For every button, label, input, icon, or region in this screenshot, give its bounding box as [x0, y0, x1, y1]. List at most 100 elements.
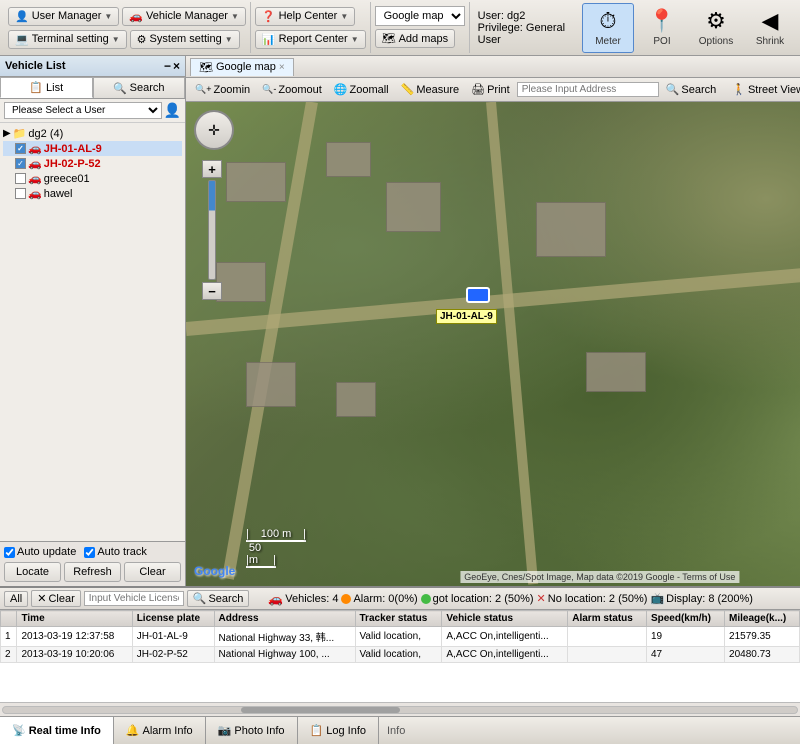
- tab-list[interactable]: 📋 List: [0, 77, 93, 98]
- data-clear-label: Clear: [48, 593, 74, 605]
- vehicle-manager-btn[interactable]: 🚗 Vehicle Manager ▼: [122, 7, 246, 26]
- options-btn[interactable]: ⚙ Options: [690, 3, 742, 53]
- realtime-info-tab[interactable]: 📡 Real time Info: [0, 717, 114, 744]
- zoomin-btn[interactable]: 🔍+ Zoomin: [190, 83, 255, 97]
- panel-icons: − ×: [164, 59, 180, 73]
- table-cell: 2013-03-19 10:20:06: [17, 647, 132, 663]
- table-row[interactable]: 12013-03-19 12:37:58JH-01-AL-9National H…: [1, 627, 800, 647]
- checkbox-3[interactable]: [15, 188, 26, 199]
- map-canvas[interactable]: ✛ + − JH-01-AL-9 Hazariba... Shur... |10…: [186, 102, 800, 586]
- address-input[interactable]: [517, 82, 659, 97]
- alarm-info-tab[interactable]: 🔔 Alarm Info: [114, 717, 206, 744]
- scroll-track[interactable]: [2, 706, 798, 714]
- photo-info-tab[interactable]: 📷 Photo Info: [206, 717, 298, 744]
- print-btn[interactable]: 🖨 Print: [466, 82, 515, 97]
- col-address: Address: [214, 611, 355, 627]
- auto-update-checkbox[interactable]: [4, 547, 15, 558]
- display-icon: 📺: [650, 592, 664, 605]
- checkbox-1[interactable]: ✓: [15, 158, 26, 169]
- user-manager-btn[interactable]: 👤 User Manager ▼: [8, 7, 119, 26]
- table-cell: [568, 647, 647, 663]
- report-center-btn[interactable]: 📊 Report Center ▼: [255, 30, 366, 49]
- auto-track-check[interactable]: Auto track: [84, 546, 147, 558]
- col-license: License plate: [132, 611, 214, 627]
- data-search-icon: 🔍: [193, 592, 207, 605]
- checkbox-2[interactable]: [15, 173, 26, 184]
- google-logo: Google: [194, 564, 235, 578]
- options-label: Options: [699, 36, 733, 47]
- system-setting-btn[interactable]: ⚙ System setting ▼: [130, 30, 240, 49]
- zoomall-btn[interactable]: 🌐 Zoomall: [329, 82, 394, 97]
- zoom-bar[interactable]: [208, 180, 216, 280]
- status-info-label: Info: [387, 725, 405, 737]
- vehicle-marker[interactable]: [466, 287, 490, 303]
- clear-button[interactable]: Clear: [124, 562, 181, 582]
- report-icon: 📊: [262, 33, 276, 46]
- help-center-btn[interactable]: ❓ Help Center ▼: [255, 7, 355, 26]
- vehicle-icon-2: 🚗: [28, 172, 42, 185]
- col-time: Time: [17, 611, 132, 627]
- map-search-label: Search: [681, 84, 716, 96]
- table-cell: 47: [646, 647, 724, 663]
- minimize-icon[interactable]: −: [164, 59, 171, 73]
- vehicle-label: JH-01-AL-9: [436, 309, 497, 324]
- tree-item-3[interactable]: 🚗 hawel: [3, 186, 182, 201]
- map-attribution: GeoEye, Cnes/Spot Image, Map data ©2019 …: [460, 571, 739, 583]
- user-select[interactable]: Please Select a User: [4, 102, 162, 119]
- tree-item-0[interactable]: ✓ 🚗 JH-01-AL-9: [3, 141, 182, 156]
- map-tab[interactable]: 🗺 Google map ×: [190, 58, 294, 76]
- meter-btn[interactable]: ⏱ Meter: [582, 3, 634, 53]
- tab-list-label: List: [46, 82, 63, 94]
- alarm-icon: 🔔: [126, 724, 140, 737]
- panel-title: Vehicle List: [5, 60, 66, 72]
- checkbox-0[interactable]: ✓: [15, 143, 26, 154]
- auto-track-checkbox[interactable]: [84, 547, 95, 558]
- realtime-label: Real time Info: [29, 725, 101, 737]
- locate-button[interactable]: Locate: [4, 562, 61, 582]
- tree-root-item[interactable]: ▶ 📁 dg2 (4): [3, 126, 182, 141]
- close-icon[interactable]: ×: [173, 59, 180, 73]
- user-info: User: dg2 Privilege: General User: [470, 2, 582, 53]
- street-view-btn[interactable]: 🚶 Street View: [727, 82, 800, 97]
- map-type-select[interactable]: Google map: [375, 6, 465, 26]
- vehicle-data-table: Time License plate Address Tracker statu…: [0, 610, 800, 663]
- auto-update-check[interactable]: Auto update: [4, 546, 76, 558]
- user-manager-group: 👤 User Manager ▼ 🚗 Vehicle Manager ▼ 💻 T…: [4, 2, 251, 53]
- data-clear-btn[interactable]: ✕ Clear: [31, 590, 81, 607]
- table-row[interactable]: 22013-03-19 10:20:06JH-02-P-52National H…: [1, 647, 800, 663]
- add-maps-btn[interactable]: 🗺 Add maps: [375, 29, 456, 48]
- shrink-btn[interactable]: ◀ Shrink: [744, 3, 796, 53]
- horizontal-scrollbar[interactable]: [0, 702, 800, 716]
- alarm-label: Alarm: 0(0%): [353, 593, 417, 605]
- poi-icon: 📍: [648, 8, 675, 34]
- map-tab-close-icon[interactable]: ×: [279, 62, 285, 73]
- tab-search[interactable]: 🔍 Search: [93, 77, 186, 98]
- license-input[interactable]: [84, 591, 184, 606]
- building-3: [386, 182, 441, 232]
- table-cell: 2: [1, 647, 17, 663]
- zoom-in-btn[interactable]: +: [202, 160, 222, 178]
- tree-item-label-3: hawel: [44, 188, 73, 200]
- locate-label: Locate: [16, 566, 49, 578]
- tree-item-2[interactable]: 🚗 greece01: [3, 171, 182, 186]
- user-icon: 👤: [15, 10, 29, 23]
- zoomout-btn[interactable]: 🔍- Zoomout: [257, 83, 327, 97]
- poi-btn[interactable]: 📍 POI: [636, 3, 688, 53]
- data-search-btn[interactable]: 🔍 Search: [187, 590, 250, 607]
- scroll-thumb[interactable]: [241, 707, 400, 713]
- tree-item-1[interactable]: ✓ 🚗 JH-02-P-52: [3, 156, 182, 171]
- refresh-button[interactable]: Refresh: [64, 562, 121, 582]
- building-5: [336, 382, 376, 417]
- terminal-setting-btn[interactable]: 💻 Terminal setting ▼: [8, 30, 127, 49]
- vehicles-status: 🚗 Vehicles: 4: [268, 592, 338, 606]
- status-info: Info: [379, 717, 800, 744]
- map-search-btn[interactable]: 🔍 Search: [661, 82, 722, 97]
- privilege-label: Privilege: General User: [478, 22, 574, 46]
- measure-btn[interactable]: 📏 Measure: [396, 82, 465, 97]
- list-icon: 📋: [29, 81, 43, 94]
- log-info-tab[interactable]: 📋 Log Info: [298, 717, 379, 744]
- zoom-out-btn[interactable]: −: [202, 282, 222, 300]
- user-select-icon[interactable]: 👤: [164, 102, 181, 119]
- all-btn[interactable]: All: [4, 591, 28, 607]
- nav-circle[interactable]: ✛: [194, 110, 234, 150]
